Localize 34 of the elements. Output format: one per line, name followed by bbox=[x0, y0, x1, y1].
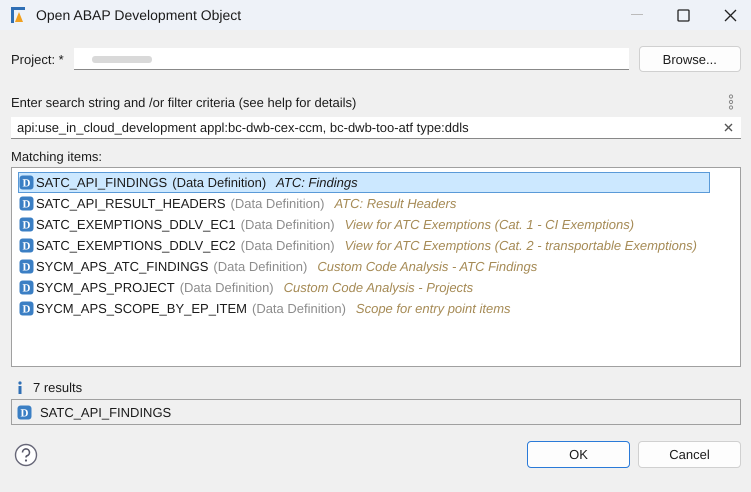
clear-icon[interactable] bbox=[724, 123, 733, 132]
list-item[interactable]: D SATC_API_FINDINGS (Data Definition) ATC: Findings bbox=[18, 172, 710, 193]
project-label: Project: * bbox=[11, 52, 64, 66]
data-definition-icon: D bbox=[19, 259, 34, 274]
matching-items-label: Matching items: bbox=[11, 149, 104, 164]
data-definition-icon: D bbox=[19, 217, 34, 232]
data-definition-icon: D bbox=[19, 238, 34, 253]
close-icon[interactable] bbox=[724, 8, 737, 22]
ok-button[interactable]: OK bbox=[527, 441, 630, 468]
app-icon bbox=[10, 6, 26, 24]
search-field[interactable]: api:use_in_cloud_development appl:bc-dwb-cex-ccm, bc-dwb-too-atf type:ddls bbox=[11, 117, 741, 139]
list-item[interactable]: D SYCM_APS_PROJECT (Data Definition) Custom Code Analysis - Projects bbox=[18, 277, 710, 298]
list-item[interactable]: D SATC_EXEMPTIONS_DDLV_EC1 (Data Definition) View for ATC Exemptions (Cat. 1 - CI Exemptions) bbox=[18, 214, 710, 235]
redacted-value-drawing bbox=[92, 54, 152, 64]
window-title: Open ABAP Development Object bbox=[36, 7, 242, 23]
list-item[interactable]: D SATC_API_RESULT_HEADERS (Data Definition) ATC: Result Headers bbox=[18, 193, 710, 214]
maximize-icon[interactable] bbox=[677, 8, 690, 22]
help-icon[interactable] bbox=[14, 442, 38, 466]
results-count: 7 results bbox=[33, 380, 82, 394]
data-definition-icon: D bbox=[19, 301, 34, 316]
selection-field: D SATC_API_FINDINGS bbox=[11, 399, 741, 425]
data-definition-icon: D bbox=[19, 280, 34, 295]
data-definition-icon: D bbox=[19, 175, 34, 190]
list-item[interactable]: D SATC_EXEMPTIONS_DDLV_EC2 (Data Definition) View for ATC Exemptions (Cat. 2 - transportable Exemptions) bbox=[18, 235, 710, 256]
list-item[interactable]: D SYCM_APS_ATC_FINDINGS (Data Definition) Custom Code Analysis - ATC Findings bbox=[18, 256, 710, 277]
browse-button[interactable]: Browse... bbox=[638, 46, 741, 72]
filter-label: Enter search string and /or filter criteria (see help for details) bbox=[11, 94, 356, 110]
list-item[interactable]: D SYCM_APS_SCOPE_BY_EP_ITEM (Data Definition) Scope for entry point items bbox=[18, 298, 710, 319]
info-icon bbox=[17, 380, 23, 394]
project-field[interactable] bbox=[74, 48, 629, 70]
data-definition-icon: D bbox=[17, 404, 32, 420]
data-definition-icon: D bbox=[19, 196, 34, 211]
cancel-button[interactable]: Cancel bbox=[638, 441, 741, 468]
more-options-icon[interactable] bbox=[728, 94, 734, 110]
